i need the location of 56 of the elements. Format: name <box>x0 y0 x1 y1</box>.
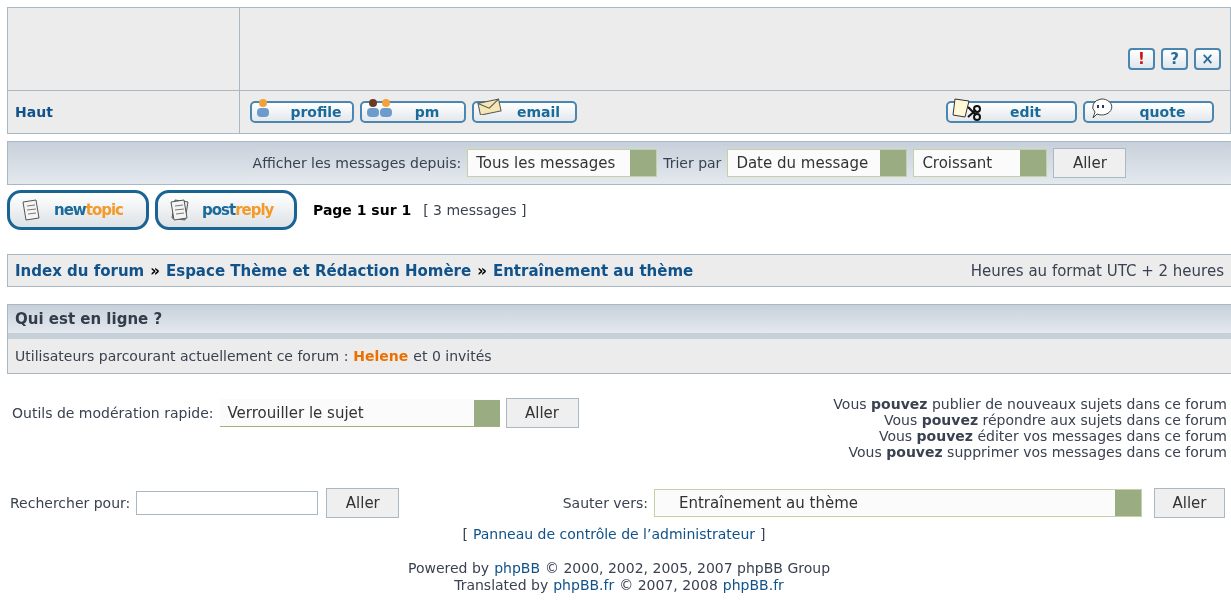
permission-text: Vous pouvez publier de nouveaux sujets dans ce forum <box>833 396 1227 412</box>
breadcrumb-link[interactable]: Entraînement au thème <box>492 262 694 279</box>
sort-select[interactable]: Date du message <box>727 149 908 177</box>
permission-text: Vous pouvez supprimer vos messages dans ce forum <box>848 444 1227 460</box>
document-icon <box>20 198 42 222</box>
page-info: Page 1 sur 1 <box>313 202 412 218</box>
sort-label: Trier par <box>663 155 722 171</box>
go-button[interactable]: Aller <box>505 398 579 428</box>
moderation-label: Outils de modération rapide: <box>12 405 214 421</box>
search-label: Rechercher pour: <box>10 495 131 511</box>
go-button[interactable]: Aller <box>326 488 400 518</box>
delete-button[interactable]: × <box>1194 48 1221 70</box>
report-button[interactable]: ! <box>1128 48 1155 70</box>
profile-button[interactable]: profile <box>250 101 354 123</box>
go-button[interactable]: Aller <box>1053 148 1127 178</box>
permission-text: Vous pouvez éditer vos messages dans ce forum <box>878 428 1227 444</box>
new-topic-button[interactable]: newtopic <box>7 190 149 230</box>
online-text: Utilisateurs parcourant actuellement ce forum : <box>15 348 349 364</box>
users-icon <box>365 97 395 119</box>
bracket-text: ] <box>760 526 766 542</box>
jump-label: Sauter vers: <box>562 495 648 511</box>
breadcrumb-separator: » <box>150 262 160 279</box>
footer-text: © 2000, 2002, 2005, 2007 phpBB Group <box>545 560 831 577</box>
search-field[interactable] <box>136 491 319 515</box>
go-button[interactable]: Aller <box>1154 488 1225 518</box>
permission-text: Vous pouvez répondre aux sujets dans ce forum <box>884 412 1227 428</box>
post-reply-button[interactable]: postreply <box>155 190 297 230</box>
footer-link[interactable]: phpBB.fr <box>553 577 615 594</box>
info-button[interactable]: ? <box>1161 48 1188 70</box>
envelope-icon <box>477 97 503 115</box>
guest-count: et 0 invités <box>413 348 492 364</box>
bracket-text: [ <box>462 526 468 542</box>
edit-button[interactable]: edit <box>946 101 1077 123</box>
admin-panel-link[interactable]: Panneau de contrôle de l’administrateur <box>472 526 756 542</box>
order-select[interactable]: Croissant <box>913 149 1048 177</box>
email-button[interactable]: email <box>472 101 577 123</box>
footer-text: © 2007, 2008 <box>619 577 718 594</box>
quote-button[interactable]: quote <box>1083 101 1214 123</box>
jump-select[interactable]: Entraînement au thème <box>654 489 1142 517</box>
timezone-text: Heures au format UTC + 2 heures <box>970 262 1224 279</box>
footer-link[interactable]: phpBB <box>494 560 540 577</box>
breadcrumb-link[interactable]: Index du forum <box>15 262 145 279</box>
footer-text: Translated by <box>454 577 549 594</box>
panel-title: Qui est en ligne ? <box>15 311 163 327</box>
moderation-select[interactable]: Verrouiller le sujet <box>219 399 500 427</box>
top-link[interactable]: Haut <box>15 104 53 120</box>
message-count: [ 3 messages ] <box>423 202 527 218</box>
user-icon <box>255 97 271 119</box>
breadcrumb-link[interactable]: Espace Thème et Rédaction Homère <box>165 262 472 279</box>
pm-button[interactable]: pm <box>360 101 466 123</box>
display-label: Afficher les messages depuis: <box>252 155 462 171</box>
document-icon <box>168 198 190 222</box>
breadcrumb-separator: » <box>477 262 487 279</box>
footer-text: Powered by <box>407 560 490 577</box>
display-select[interactable]: Tous les messages <box>467 149 658 177</box>
footer-link[interactable]: phpBB.fr <box>722 577 784 594</box>
